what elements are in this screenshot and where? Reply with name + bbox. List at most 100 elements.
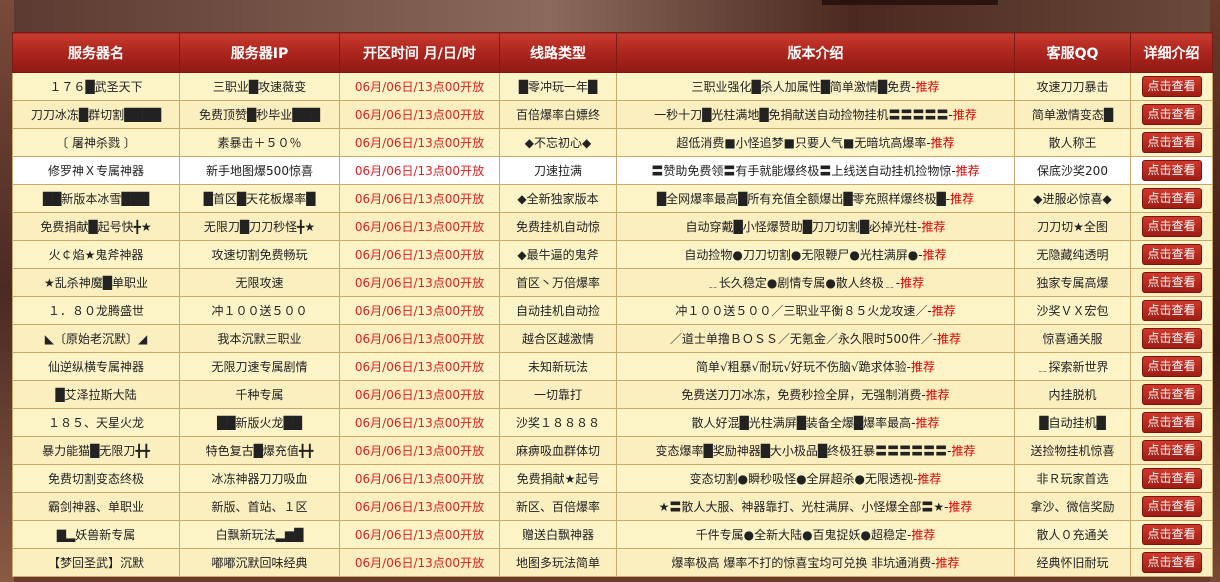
version-intro-text: 千件专属●全新大陆●百鬼捉妖●超稳定- bbox=[695, 528, 912, 542]
server-name-cell[interactable]: ▇▂妖兽新专属 bbox=[12, 520, 180, 549]
table-row: 免费切割变态终极 冰冻神器刀刀吸血 06月/06日/13点00开放 免费捐献★起号 变态… bbox=[12, 464, 1213, 493]
header-server-ip: 服务器IP bbox=[179, 32, 340, 73]
view-detail-button[interactable]: 点击查看 bbox=[1141, 76, 1202, 97]
view-detail-button[interactable]: 点击查看 bbox=[1141, 300, 1202, 321]
open-time-cell: 06月/06日/13点00开放 bbox=[339, 436, 500, 465]
version-intro-cell: 变态切割●瞬秒吸怪●全屏超杀●无限透视-推荐 bbox=[616, 464, 1015, 493]
line-type-cell: 一切靠打 bbox=[499, 380, 617, 409]
server-ip-cell: 无限刀█刀刀秒怪╋★ bbox=[179, 212, 340, 241]
view-detail-button[interactable]: 点击查看 bbox=[1141, 104, 1202, 125]
service-qq-cell: 散人０充通关 bbox=[1014, 520, 1131, 549]
server-table: 服务器名 服务器IP 开区时间 月/日/时 线路类型 版本介绍 客服QQ 详细介… bbox=[12, 32, 1213, 577]
server-name-cell[interactable]: 刀刀冰冻█群切割████ bbox=[12, 100, 180, 129]
view-detail-button[interactable]: 点击查看 bbox=[1141, 552, 1202, 573]
open-time-cell: 06月/06日/13点00开放 bbox=[339, 212, 500, 241]
view-detail-button[interactable]: 点击查看 bbox=[1141, 524, 1202, 545]
version-intro-text: 一秒十刀█光柱满地█免捐献送自动捡物挂机〓〓〓〓〓- bbox=[654, 108, 953, 122]
detail-cell: 点击查看 bbox=[1130, 240, 1213, 269]
server-ip-cell: 白飘新玩法▂▆█ bbox=[179, 520, 340, 549]
view-detail-button[interactable]: 点击查看 bbox=[1141, 468, 1202, 489]
line-type-cell: ◆最牛逼的鬼斧 bbox=[499, 240, 617, 269]
view-detail-button[interactable]: 点击查看 bbox=[1141, 328, 1202, 349]
detail-cell: 点击查看 bbox=[1130, 156, 1213, 185]
table-row: 暴力能猫█无限刀╋╋ 特色复古█爆充值╋╋ 06月/06日/13点00开放 麻痹吸血群… bbox=[12, 436, 1213, 465]
version-intro-cell: 爆率极高 爆率不打的惊喜宝均可兑换 非坑通消费-推荐 bbox=[616, 548, 1015, 577]
page-background-top bbox=[0, 0, 1220, 32]
table-row: 火￠焰★鬼斧神器 攻速切割免费畅玩 06月/06日/13点00开放 ◆最牛逼的鬼斧 自动… bbox=[12, 240, 1213, 269]
server-ip-cell: 冲１００送５００ bbox=[179, 296, 340, 325]
server-name-cell[interactable]: 暴力能猫█无限刀╋╋ bbox=[12, 436, 180, 465]
view-detail-button[interactable]: 点击查看 bbox=[1141, 412, 1202, 433]
open-time-cell: 06月/06日/13点00开放 bbox=[339, 492, 500, 521]
recommend-tag: 推荐 bbox=[925, 388, 950, 402]
view-detail-button[interactable]: 点击查看 bbox=[1141, 272, 1202, 293]
line-type-cell: 沙奖１８８８８ bbox=[499, 408, 617, 437]
table-row: ██新版本冰雪███ █首区█天花板爆率█ 06月/06日/13点00开放 ◆全新独家… bbox=[12, 184, 1213, 213]
server-name-cell[interactable]: 仙逆纵横专属神器 bbox=[12, 352, 180, 381]
server-name-cell[interactable]: １．８０龙腾盛世 bbox=[12, 296, 180, 325]
open-time-cell: 06月/06日/13点00开放 bbox=[339, 380, 500, 409]
version-intro-text: 三职业强化█杀人加属性█简单激情█免费- bbox=[691, 80, 916, 94]
table-row: 【梦回圣武】沉默 嘟嘟沉默回味经典 06月/06日/13点00开放 地图多玩法简单 爆率… bbox=[12, 548, 1213, 577]
detail-cell: 点击查看 bbox=[1130, 380, 1213, 409]
view-detail-button[interactable]: 点击查看 bbox=[1141, 132, 1202, 153]
service-qq-cell: 保底沙奖200 bbox=[1014, 156, 1131, 185]
line-type-cell: 免费挂机自动惊 bbox=[499, 212, 617, 241]
view-detail-button[interactable]: 点击查看 bbox=[1141, 384, 1202, 405]
view-detail-button[interactable]: 点击查看 bbox=[1141, 188, 1202, 209]
view-detail-button[interactable]: 点击查看 bbox=[1141, 244, 1202, 265]
view-detail-button[interactable]: 点击查看 bbox=[1141, 216, 1202, 237]
detail-cell: 点击查看 bbox=[1130, 352, 1213, 381]
version-intro-cell: 自动穿戴█小怪爆赞助█刀刀切割█必掉光柱-推荐 bbox=[616, 212, 1015, 241]
service-qq-cell: ﹎探索新世界 bbox=[1014, 352, 1131, 381]
header-server-name: 服务器名 bbox=[12, 32, 180, 73]
service-qq-cell: 散人称王 bbox=[1014, 128, 1131, 157]
view-detail-button[interactable]: 点击查看 bbox=[1141, 440, 1202, 461]
server-name-cell[interactable]: 免费捐献█起号快╋★ bbox=[12, 212, 180, 241]
header-version-intro: 版本介绍 bbox=[616, 32, 1015, 73]
server-name-cell[interactable]: █艾泽拉斯大陆 bbox=[12, 380, 180, 409]
recommend-tag: 推荐 bbox=[915, 80, 940, 94]
server-ip-cell: 新手地图爆500惊喜 bbox=[179, 156, 340, 185]
header-detail: 详细介绍 bbox=[1130, 32, 1213, 73]
open-time-cell: 06月/06日/13点00开放 bbox=[339, 464, 500, 493]
detail-cell: 点击查看 bbox=[1130, 184, 1213, 213]
server-name-cell[interactable]: 免费切割变态终极 bbox=[12, 464, 180, 493]
server-name-cell[interactable]: 火￠焰★鬼斧神器 bbox=[12, 240, 180, 269]
header-open-time: 开区时间 月/日/时 bbox=[339, 32, 500, 73]
server-ip-cell: 千种专属 bbox=[179, 380, 340, 409]
server-name-cell[interactable]: 【梦回圣武】沉默 bbox=[12, 548, 180, 577]
server-ip-cell: █首区█天花板爆率█ bbox=[179, 184, 340, 213]
server-name-cell[interactable]: １７６█武圣天下 bbox=[12, 72, 180, 101]
view-detail-button[interactable]: 点击查看 bbox=[1141, 496, 1202, 517]
server-name-cell[interactable]: 修罗神Ｘ专属神器 bbox=[12, 156, 180, 185]
view-detail-button[interactable]: 点击查看 bbox=[1141, 160, 1202, 181]
open-time-cell: 06月/06日/13点00开放 bbox=[339, 548, 500, 577]
detail-cell: 点击查看 bbox=[1130, 128, 1213, 157]
server-ip-cell: 新版、首站、１区 bbox=[179, 492, 340, 521]
server-list: 服务器名 服务器IP 开区时间 月/日/时 线路类型 版本介绍 客服QQ 详细介… bbox=[12, 32, 1213, 577]
detail-cell: 点击查看 bbox=[1130, 324, 1213, 353]
server-name-cell[interactable]: ★乱杀神魔█单职业 bbox=[12, 268, 180, 297]
version-intro-cell: 冲１００送５００／三职业平衡８５火龙攻速／-推荐 bbox=[616, 296, 1015, 325]
service-qq-cell: 刀刀切★全图 bbox=[1014, 212, 1131, 241]
server-name-cell[interactable]: 〔 屠神杀戮 〕 bbox=[12, 128, 180, 157]
server-name-cell[interactable]: １８５、天星火龙 bbox=[12, 408, 180, 437]
recommend-tag: 推荐 bbox=[930, 136, 955, 150]
recommend-tag: 推荐 bbox=[900, 276, 925, 290]
open-time-cell: 06月/06日/13点00开放 bbox=[339, 156, 500, 185]
recommend-tag: 推荐 bbox=[937, 332, 962, 346]
detail-cell: 点击查看 bbox=[1130, 520, 1213, 549]
line-type-cell: 赠送白飘神器 bbox=[499, 520, 617, 549]
recommend-tag: 推荐 bbox=[952, 108, 977, 122]
server-name-cell[interactable]: ◣〔原始老沉默〕◢ bbox=[12, 324, 180, 353]
version-intro-text: 自动穿戴█小怪爆赞助█刀刀切割█必掉光柱- bbox=[685, 220, 922, 234]
table-header-row: 服务器名 服务器IP 开区时间 月/日/时 线路类型 版本介绍 客服QQ 详细介… bbox=[12, 32, 1213, 73]
recommend-tag: 推荐 bbox=[922, 248, 947, 262]
server-name-cell[interactable]: 霸剑神器、单职业 bbox=[12, 492, 180, 521]
version-intro-text: 免费送刀刀冰冻，免费秒捡全屏，无强制消费- bbox=[681, 388, 926, 402]
server-name-cell[interactable]: ██新版本冰雪███ bbox=[12, 184, 180, 213]
open-time-cell: 06月/06日/13点00开放 bbox=[339, 408, 500, 437]
view-detail-button[interactable]: 点击查看 bbox=[1141, 356, 1202, 377]
version-intro-text: 变态切割●瞬秒吸怪●全屏超杀●无限透视- bbox=[689, 472, 918, 486]
